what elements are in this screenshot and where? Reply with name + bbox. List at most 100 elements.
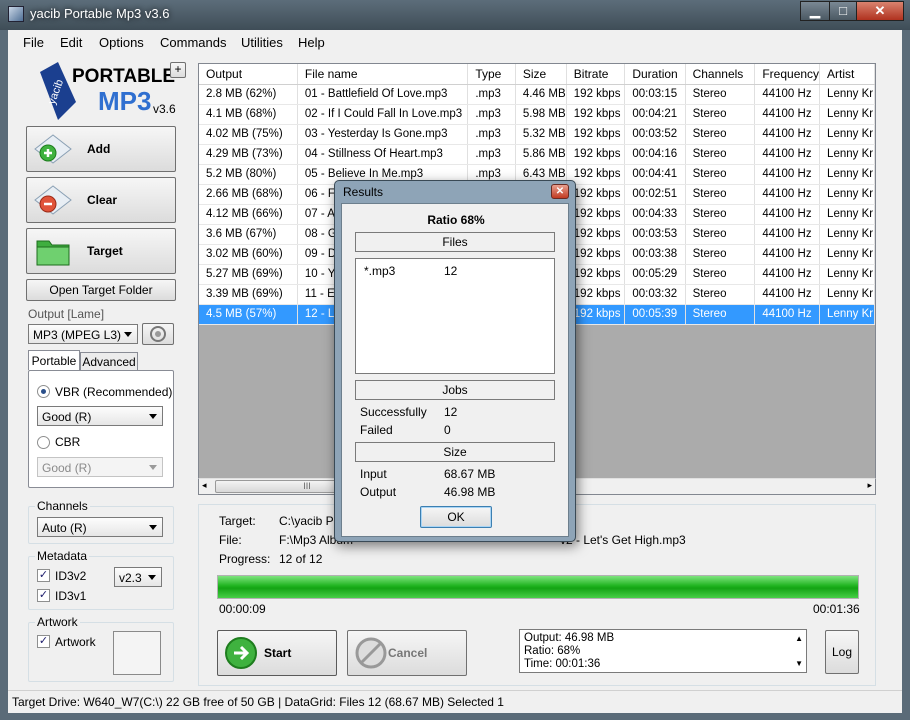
menu-help[interactable]: Help — [298, 35, 325, 50]
table-cell: .mp3 — [467, 84, 516, 105]
table-row[interactable]: 4.02 MB (75%) 03 - Yesterday Is Gone.mp3.… — [199, 124, 875, 145]
table-cell: 4.1 MB (68%) — [199, 104, 298, 125]
output-label: Output [Lame] — [28, 307, 105, 321]
files-header: Files — [355, 232, 555, 252]
menu-utilities[interactable]: Utilities — [241, 35, 283, 50]
play-icon — [225, 637, 257, 669]
id3v2-checkbox[interactable]: ✓ — [37, 569, 50, 582]
chevron-down-icon — [148, 575, 156, 580]
dialog-title: Results — [343, 185, 384, 199]
tab-portable[interactable]: Portable — [28, 350, 80, 370]
table-cell: Stereo — [685, 264, 756, 285]
table-cell: 00:03:32 — [624, 284, 686, 305]
table-cell: 5.32 MB — [515, 124, 567, 145]
expand-button[interactable]: + — [170, 62, 186, 78]
minimize-button[interactable]: ▁ — [800, 1, 830, 21]
log-button[interactable]: Log — [825, 630, 859, 674]
output-settings-button[interactable] — [142, 323, 174, 345]
table-cell: 00:05:39 — [624, 304, 686, 325]
elapsed-time: 00:00:09 — [219, 602, 266, 616]
table-cell: Stereo — [685, 184, 756, 205]
window-title: yacib Portable Mp3 v3.6 — [30, 6, 170, 21]
vbr-radio[interactable] — [37, 385, 50, 398]
id3-version-value: v2.3 — [119, 571, 142, 585]
scroll-right-icon[interactable]: ▸ — [867, 480, 872, 491]
output-size-label: Output — [360, 485, 397, 499]
add-button[interactable]: Add — [26, 126, 176, 172]
results-dialog: Results ✕ Ratio 68% Files *.mp3 12 Jobs … — [334, 180, 576, 542]
artwork-checkbox[interactable]: ✓ — [37, 635, 50, 648]
tab-advanced[interactable]: Advanced — [80, 352, 138, 370]
maximize-button[interactable]: □ — [829, 1, 857, 21]
app-icon — [8, 6, 24, 22]
table-cell: Stereo — [685, 124, 756, 145]
title-bar: yacib Portable Mp3 v3.6 ▁ □ ✕ — [0, 0, 910, 30]
table-cell: 00:03:53 — [624, 224, 686, 245]
table-cell: Lenny Kr — [819, 264, 875, 285]
target-button[interactable]: Target — [26, 228, 176, 274]
menu-file[interactable]: File — [23, 35, 44, 50]
cbr-quality-select[interactable]: Good (R) — [37, 457, 163, 477]
table-row[interactable]: 4.29 MB (73%) 04 - Stillness Of Heart.mp3… — [199, 144, 875, 165]
open-target-folder-button[interactable]: Open Target Folder — [26, 279, 176, 301]
menu-options[interactable]: Options — [99, 35, 144, 50]
table-cell: 00:04:16 — [624, 144, 686, 165]
table-cell: 5.86 MB — [515, 144, 567, 165]
table-cell: Lenny Kr — [819, 284, 875, 305]
file-type-ext: *.mp3 — [364, 264, 396, 278]
channels-select[interactable]: Auto (R) — [37, 517, 163, 537]
menu-edit[interactable]: Edit — [60, 35, 82, 50]
id3v1-checkbox[interactable]: ✓ — [37, 589, 50, 602]
id3-version-select[interactable]: v2.3 — [114, 567, 162, 587]
table-row[interactable]: 2.8 MB (62%) 01 - Battlefield Of Love.mp3… — [199, 84, 875, 105]
log-summary[interactable]: Output: 46.98 MB Ratio: 68% Time: 00:01:… — [519, 629, 807, 673]
id3v1-label: ID3v1 — [55, 589, 87, 603]
column-header[interactable]: Type — [467, 64, 516, 85]
table-cell: Stereo — [685, 224, 756, 245]
failed-label: Failed — [360, 423, 393, 437]
column-header[interactable]: File name — [297, 64, 469, 85]
table-cell: 03 - Yesterday Is Gone.mp3 — [297, 124, 469, 145]
chevron-down-icon — [149, 414, 157, 419]
metadata-group: Metadata ✓ ID3v2 ✓ ID3v1 v2.3 — [28, 549, 174, 610]
total-time: 00:01:36 — [813, 602, 860, 616]
table-row[interactable]: 4.1 MB (68%) 02 - If I Could Fall In Love… — [199, 104, 875, 125]
table-cell: .mp3 — [467, 144, 516, 165]
close-button[interactable]: ✕ — [856, 1, 904, 21]
file-status-label: File: — [219, 533, 242, 547]
table-cell: Stereo — [685, 104, 756, 125]
add-icon — [34, 134, 72, 164]
vbr-quality-select[interactable]: Good (R) — [37, 406, 163, 426]
ok-button[interactable]: OK — [420, 506, 492, 528]
artwork-preview[interactable] — [113, 631, 161, 675]
column-header[interactable]: Size — [515, 64, 567, 85]
file-status-value-tail: v2 - Let's Get High.mp3 — [560, 533, 686, 547]
cancel-label: Cancel — [388, 646, 428, 660]
start-label: Start — [264, 646, 292, 660]
output-format-select[interactable]: MP3 (MPEG L3) — [28, 324, 138, 344]
column-header[interactable]: Bitrate — [566, 64, 626, 85]
scroll-left-icon[interactable]: ◂ — [202, 480, 207, 491]
dialog-close-button[interactable]: ✕ — [551, 184, 569, 199]
artwork-label: Artwork — [35, 615, 80, 629]
failed-value: 0 — [444, 423, 451, 437]
start-button[interactable]: Start — [217, 630, 337, 676]
scroll-up-icon[interactable]: ▲ — [795, 632, 803, 645]
files-list[interactable]: *.mp3 12 — [355, 258, 555, 374]
column-header[interactable]: Frequency — [754, 64, 821, 85]
column-header[interactable]: Artist — [819, 64, 875, 85]
clear-button[interactable]: Clear — [26, 177, 176, 223]
table-cell: 4.12 MB (66%) — [199, 204, 298, 225]
column-header[interactable]: Duration — [624, 64, 686, 85]
clear-label: Clear — [87, 193, 118, 207]
table-cell: Stereo — [685, 204, 756, 225]
scroll-down-icon[interactable]: ▼ — [795, 657, 803, 670]
logo-version: v3.6 — [153, 102, 176, 116]
column-header[interactable]: Channels — [685, 64, 756, 85]
output-size-value: 46.98 MB — [444, 485, 496, 499]
column-header[interactable]: Output — [199, 64, 298, 85]
menu-commands[interactable]: Commands — [160, 35, 226, 50]
cancel-button[interactable]: Cancel — [347, 630, 467, 676]
table-cell: 192 kbps — [566, 124, 626, 145]
cbr-radio[interactable] — [37, 436, 50, 449]
